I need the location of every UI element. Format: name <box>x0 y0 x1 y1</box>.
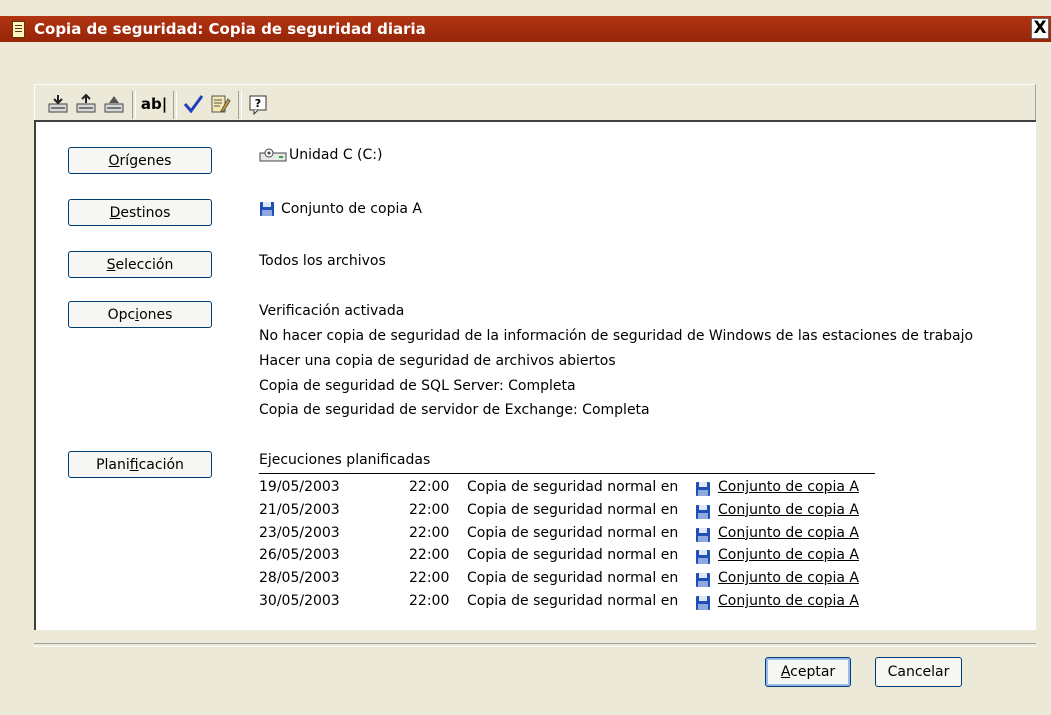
floppy-disk-icon <box>260 202 274 216</box>
run-type: Copia de seguridad normal en <box>467 547 679 564</box>
copy-job-icon[interactable] <box>101 91 127 117</box>
backup-job-icon[interactable] <box>45 91 71 117</box>
aceptar-button[interactable]: Aceptar <box>765 657 851 687</box>
destinos-button[interactable]: Destinos <box>68 199 212 226</box>
verify-icon[interactable] <box>180 91 206 117</box>
backup-set-link[interactable]: Conjunto de copia A <box>718 593 859 609</box>
backup-set-link[interactable]: Conjunto de copia A <box>718 547 859 563</box>
document-icon <box>12 21 25 38</box>
run-date: 26/05/2003 <box>259 547 340 564</box>
origenes-value: Unidad C (C:) <box>259 147 382 163</box>
drive-icon <box>259 148 287 162</box>
run-date: 28/05/2003 <box>259 570 340 587</box>
floppy-disk-icon <box>696 573 710 588</box>
toolbar-separator <box>238 91 242 119</box>
close-button[interactable]: X <box>1031 18 1049 39</box>
cancelar-button[interactable]: Cancelar <box>875 657 962 687</box>
origenes-button[interactable]: Orígenes <box>68 147 212 174</box>
run-time: 22:00 <box>409 524 450 541</box>
floppy-disk-icon <box>696 527 710 542</box>
seleccion-value: Todos los archivos <box>259 253 386 269</box>
help-icon[interactable]: ? <box>245 91 271 117</box>
floppy-disk-icon <box>696 482 710 496</box>
option-line: Hacer una copia de seguridad de archivos… <box>259 353 616 369</box>
run-date: 23/05/2003 <box>259 524 340 541</box>
run-date: 30/05/2003 <box>259 593 340 609</box>
floppy-disk-icon <box>696 596 710 610</box>
restore-job-icon[interactable] <box>73 91 99 117</box>
title-bar: Copia de seguridad: Copia de seguridad d… <box>0 16 1051 42</box>
option-line: Verificación activada <box>259 303 405 319</box>
option-line: Copia de seguridad de servidor de Exchan… <box>259 402 650 418</box>
option-line: Copia de seguridad de SQL Server: Comple… <box>259 378 576 394</box>
run-time: 22:00 <box>409 570 450 587</box>
run-date: 19/05/2003 <box>259 479 340 495</box>
run-type: Copia de seguridad normal en <box>467 570 679 587</box>
run-type: Copia de seguridad normal en <box>467 479 679 495</box>
run-type: Copia de seguridad normal en <box>467 593 679 609</box>
toolbar-separator <box>173 91 177 119</box>
planificacion-button[interactable]: Planificación <box>68 451 212 478</box>
run-time: 22:00 <box>409 593 450 609</box>
window-title: Copia de seguridad: Copia de seguridad d… <box>34 20 426 38</box>
run-time: 22:00 <box>409 501 450 518</box>
schedule-heading: Ejecuciones planificadas <box>259 452 431 468</box>
properties-icon[interactable] <box>207 91 233 117</box>
backup-set-link[interactable]: Conjunto de copia A <box>718 479 859 495</box>
floppy-disk-icon <box>696 550 710 565</box>
run-type: Copia de seguridad normal en <box>467 501 679 518</box>
run-date: 21/05/2003 <box>259 501 340 518</box>
opciones-button[interactable]: Opciones <box>68 301 212 328</box>
option-line: No hacer copia de seguridad de la inform… <box>259 328 974 344</box>
schedule-divider <box>259 473 875 474</box>
dialog-separator <box>34 643 1036 647</box>
svg-text:?: ? <box>255 97 261 110</box>
seleccion-button[interactable]: Selección <box>68 251 212 278</box>
destinos-value: Conjunto de copia A <box>259 201 422 217</box>
floppy-disk-icon <box>696 504 710 519</box>
backup-set-link[interactable]: Conjunto de copia A <box>718 525 859 541</box>
run-time: 22:00 <box>409 479 450 495</box>
backup-set-link[interactable]: Conjunto de copia A <box>718 570 859 586</box>
run-type: Copia de seguridad normal en <box>467 524 679 541</box>
backup-set-link[interactable]: Conjunto de copia A <box>718 502 859 518</box>
toolbar-separator <box>132 91 136 119</box>
rename-icon[interactable]: ab| <box>139 91 169 117</box>
run-time: 22:00 <box>409 547 450 564</box>
